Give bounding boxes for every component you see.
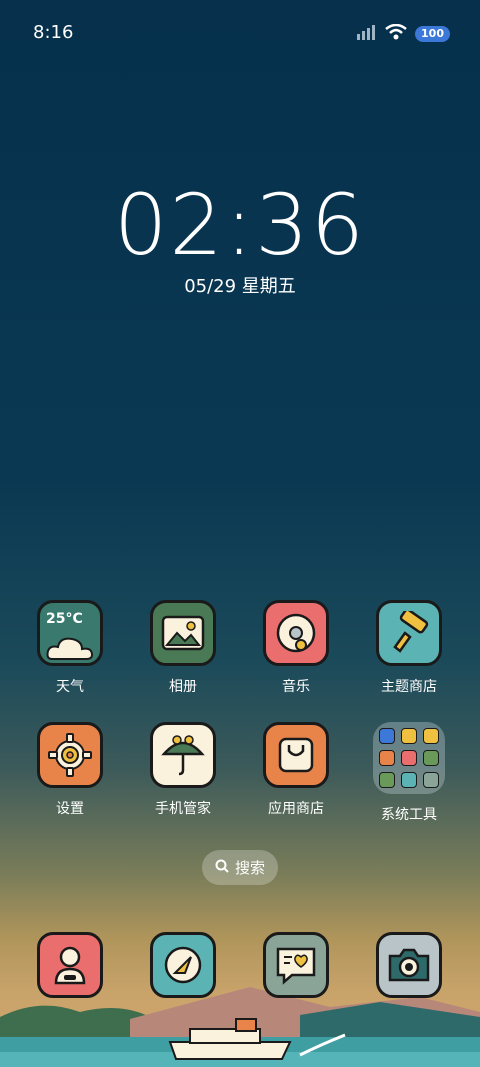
clock-widget[interactable]: 02:36 [0,176,480,274]
dock-browser[interactable] [131,932,235,998]
app-label: 应用商店 [268,801,324,817]
mini-app-icon [379,750,395,766]
mini-app-icon [423,728,439,744]
gear-icon [37,722,103,788]
status-bar: 8:16 100 [0,0,480,66]
app-label: 设置 [56,801,84,817]
clock-time: 02:36 [113,176,367,274]
contacts-icon [37,932,103,998]
message-heart-icon [263,932,329,998]
wifi-icon [385,23,407,44]
weather-temp: 25°C [46,611,83,627]
app-label: 相册 [169,679,197,695]
battery-badge: 100 [415,26,450,42]
mini-app-icon [379,728,395,744]
search-icon [215,859,229,877]
search-button[interactable]: 搜索 [202,850,278,885]
umbrella-icon [150,722,216,788]
mini-app-icon [401,728,417,744]
dock-camera[interactable] [357,932,461,998]
signal-icon [357,24,377,44]
app-music[interactable]: 音乐 [244,600,348,696]
shopping-bag-icon [263,722,329,788]
app-app-store[interactable]: 应用商店 [244,722,348,818]
app-label: 音乐 [282,679,310,695]
music-disc-icon [263,600,329,666]
app-settings[interactable]: 设置 [18,722,122,818]
mini-app-icon [379,772,395,788]
clock-date: 05/29 星期五 [184,276,296,297]
app-label: 天气 [56,679,84,695]
app-label: 主题商店 [381,679,437,695]
dock-contacts[interactable] [18,932,122,998]
weather-icon: 25°C [37,600,103,666]
mini-app-icon [401,772,417,788]
paint-roller-icon [376,600,442,666]
photo-icon [150,600,216,666]
app-folder-system-tools[interactable]: 系统工具 [353,722,465,824]
app-label: 系统工具 [381,807,437,823]
status-icons: 100 [357,23,450,44]
app-label: 手机管家 [155,801,211,817]
browser-compass-icon [150,932,216,998]
camera-icon [376,932,442,998]
status-time: 8:16 [33,22,74,43]
app-phone-manager[interactable]: 手机管家 [131,722,235,818]
mini-app-icon [423,750,439,766]
mini-app-icon [401,750,417,766]
search-label: 搜索 [234,859,265,877]
dock-messages[interactable] [244,932,348,998]
app-weather[interactable]: 25°C 天气 [18,600,122,696]
mini-app-icon [423,772,439,788]
app-gallery[interactable]: 相册 [131,600,235,696]
app-theme-store[interactable]: 主题商店 [357,600,461,696]
folder-icon [373,722,445,794]
